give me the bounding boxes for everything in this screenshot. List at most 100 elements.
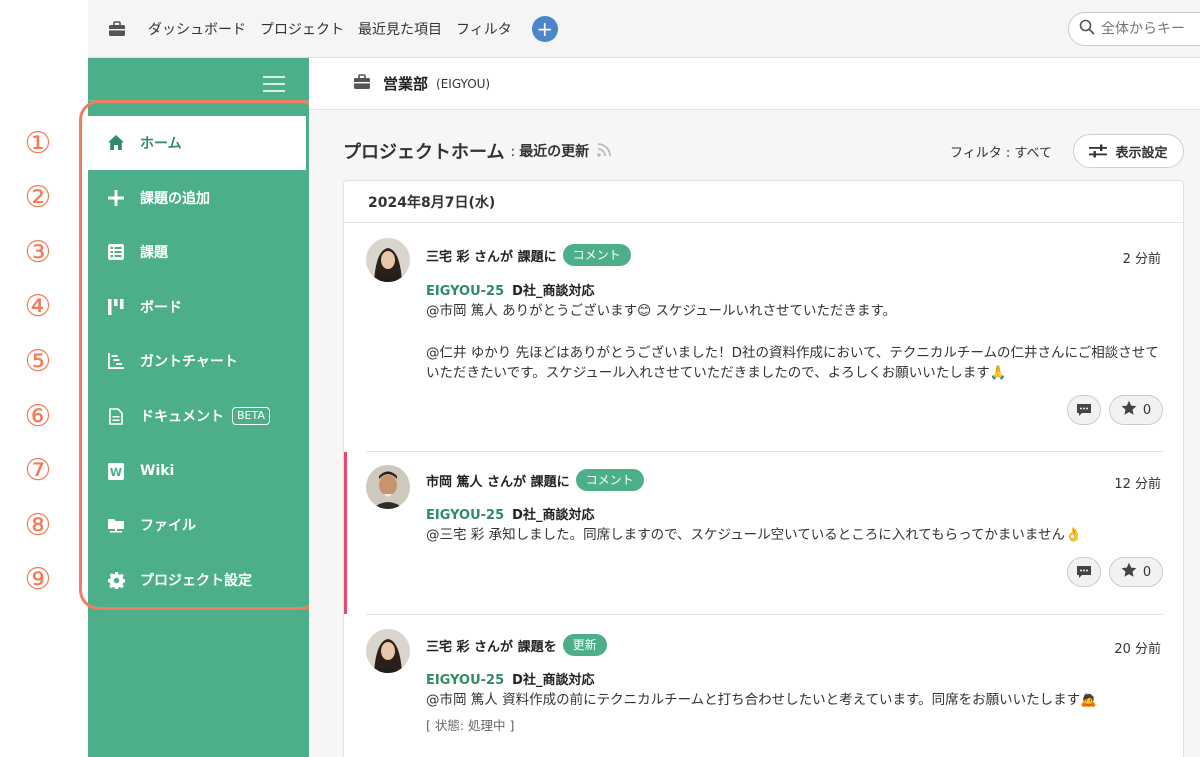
- nav-dashboard[interactable]: ダッシュボード: [148, 19, 246, 39]
- sidebar-item-board[interactable]: ボード: [88, 280, 309, 334]
- activity-type-badge: コメント: [575, 469, 644, 491]
- sidebar-item-label: プロジェクト設定: [140, 573, 252, 589]
- display-settings-label: 表示設定: [1115, 145, 1168, 161]
- avatar[interactable]: [366, 465, 410, 509]
- issue-summary[interactable]: D社_商談対応: [512, 508, 594, 523]
- reaction-bar: 0: [1059, 557, 1163, 587]
- activity-item: 三宅 彩 さんが 課題を 更新 20 分前 EIGYOU-25 D社_商談対応 @…: [344, 615, 1183, 757]
- callout-number-3: ③: [24, 234, 52, 270]
- project-name: 営業部: [383, 75, 429, 93]
- sidebar-item-label: ガントチャート: [140, 354, 238, 370]
- folder-icon: [106, 515, 126, 535]
- avatar[interactable]: [366, 629, 410, 673]
- sidebar-item-label: 課題の追加: [140, 191, 210, 207]
- filter-status[interactable]: フィルタ : すべて: [950, 142, 1052, 161]
- beta-badge: BETA: [232, 407, 270, 425]
- issue-key[interactable]: EIGYOU-25: [426, 284, 504, 299]
- gantt-icon: [106, 351, 126, 371]
- avatar[interactable]: [366, 238, 410, 282]
- board-icon: [106, 297, 126, 317]
- activity-actor: 三宅 彩 さんが 課題を 更新: [426, 634, 607, 656]
- reaction-bar: 0: [1059, 395, 1163, 425]
- sidebar-item-documents[interactable]: ドキュメント BETA: [88, 389, 309, 443]
- star-button[interactable]: 0: [1109, 395, 1163, 425]
- issue-summary[interactable]: D社_商談対応: [512, 284, 594, 299]
- sidebar: ホーム 課題の追加 課題 ボード ガントチャート ドキュメント BETA W W…: [88, 58, 309, 757]
- sidebar-item-files[interactable]: ファイル: [88, 498, 309, 552]
- page-subtitle-text: 最近の更新: [519, 144, 590, 160]
- issue-key[interactable]: EIGYOU-25: [426, 673, 504, 688]
- sidebar-item-gantt[interactable]: ガントチャート: [88, 334, 309, 388]
- briefcase-icon[interactable]: [108, 20, 126, 37]
- nav-filters[interactable]: フィルタ: [456, 19, 512, 39]
- home-icon: [106, 133, 126, 153]
- issue-link[interactable]: EIGYOU-25 D社_商談対応: [426, 504, 594, 523]
- sidebar-item-label: ファイル: [140, 518, 196, 534]
- title-separator: :: [510, 144, 516, 160]
- svg-text:W: W: [110, 466, 122, 479]
- comment-text: @市岡 篤人 ありがとうございます😊 スケジュールいれさせていただきます。: [426, 303, 897, 319]
- page-subtitle: : 最近の更新: [510, 141, 589, 161]
- activity-time: 12 分前: [1114, 477, 1161, 492]
- activity-item: 三宅 彩 さんが 課題に コメント 2 分前 EIGYOU-25 D社_商談対応 …: [344, 224, 1183, 444]
- nav-recent-items[interactable]: 最近見た項目: [358, 19, 442, 39]
- issue-summary[interactable]: D社_商談対応: [512, 673, 594, 688]
- star-button[interactable]: 0: [1109, 557, 1163, 587]
- comment-text: @三宅 彩 承知しました。同席しますので、スケジュール空いているところに入れても…: [426, 527, 1082, 543]
- sidebar-item-label: Wiki: [140, 463, 175, 479]
- sidebar-item-issues[interactable]: 課題: [88, 225, 309, 279]
- list-icon: [106, 242, 126, 262]
- menu-icon[interactable]: [263, 76, 285, 92]
- sidebar-item-label: 課題: [140, 245, 168, 261]
- activity-item: 市岡 篤人 さんが 課題に コメント 12 分前 EIGYOU-25 D社_商談対…: [344, 452, 1183, 614]
- activity-actor-text: 三宅 彩 さんが 課題に: [426, 249, 557, 265]
- activity-actor: 市岡 篤人 さんが 課題に コメント: [426, 469, 644, 491]
- briefcase-icon: [353, 73, 371, 94]
- callout-number-6: ⑥: [24, 398, 52, 434]
- comment-button[interactable]: [1067, 557, 1101, 587]
- star-count: 0: [1142, 564, 1152, 580]
- sidebar-divider: [88, 100, 309, 101]
- global-search[interactable]: [1068, 12, 1200, 46]
- activity-actor-text: 三宅 彩 さんが 課題を: [426, 639, 557, 655]
- activity-time: 2 分前: [1122, 252, 1161, 267]
- gear-icon: [106, 570, 126, 590]
- sidebar-item-project-settings[interactable]: プロジェクト設定: [88, 553, 309, 607]
- wiki-icon: W: [106, 461, 126, 481]
- sidebar-item-wiki[interactable]: W Wiki: [88, 444, 309, 498]
- sidebar-item-home[interactable]: ホーム: [88, 116, 306, 170]
- app-root: ① ② ③ ④ ⑤ ⑥ ⑦ ⑧ ⑨ ダッシュボード プロジェクト 最近見た項目 …: [0, 0, 1200, 757]
- nav-projects[interactable]: プロジェクト: [260, 19, 344, 39]
- sidebar-item-add-issue[interactable]: 課題の追加: [88, 171, 309, 225]
- search-input[interactable]: [1101, 21, 1200, 37]
- feed-date-header: 2024年8月7日(水): [344, 181, 1183, 223]
- main-content: 営業部 (EIGYOU) プロジェクトホーム : 最近の更新 フィルタ : すべて…: [309, 58, 1200, 757]
- callout-number-8: ⑧: [24, 507, 52, 543]
- project-header: 営業部 (EIGYOU): [309, 58, 1200, 110]
- callout-number-7: ⑦: [24, 452, 52, 488]
- display-settings-button[interactable]: 表示設定: [1073, 134, 1184, 168]
- settings-sliders-icon: [1089, 144, 1108, 158]
- star-count: 0: [1142, 402, 1152, 418]
- sidebar-item-label: ホーム: [140, 136, 182, 152]
- issue-link[interactable]: EIGYOU-25 D社_商談対応: [426, 280, 594, 299]
- page-title: プロジェクトホーム : 最近の更新: [343, 138, 612, 164]
- activity-time: 20 分前: [1114, 642, 1161, 657]
- callout-number-9: ⑨: [24, 561, 52, 597]
- issue-key[interactable]: EIGYOU-25: [426, 508, 504, 523]
- comment-icon: [1077, 404, 1091, 416]
- callout-number-5: ⑤: [24, 343, 52, 379]
- status-change: [ 状態: 処理中 ]: [426, 718, 515, 733]
- comment-icon: [1077, 566, 1091, 578]
- activity-type-badge: 更新: [562, 634, 607, 656]
- comment-button[interactable]: [1067, 395, 1101, 425]
- activity-feed: 2024年8月7日(水) 三宅 彩 さんが 課題に コメント 2 分前 EIGY…: [343, 180, 1184, 757]
- plus-icon: [106, 188, 126, 208]
- add-button[interactable]: +: [531, 15, 558, 42]
- comment-text: @市岡 篤人 資料作成の前にテクニカルチームと打ち合わせしたいと考えています。同…: [426, 692, 1097, 708]
- page-title-text: プロジェクトホーム: [343, 142, 505, 163]
- rss-icon[interactable]: [597, 142, 612, 161]
- project-key: (EIGYOU): [436, 76, 491, 91]
- issue-link[interactable]: EIGYOU-25 D社_商談対応: [426, 669, 594, 688]
- global-nav: ダッシュボード プロジェクト 最近見た項目 フィルタ +: [88, 0, 1200, 58]
